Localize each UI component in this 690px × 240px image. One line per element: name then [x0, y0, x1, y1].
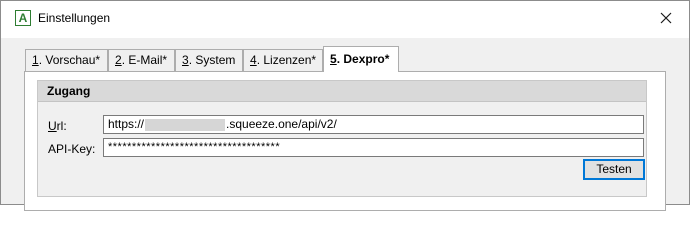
api-key-label: API-Key: — [48, 142, 96, 156]
settings-dialog: A Einstellungen 1. Vorschau* 2. E-Mail* … — [0, 0, 690, 211]
tab-dexpro[interactable]: 5. Dexpro* — [323, 46, 399, 72]
url-field[interactable]: https://.squeeze.one/api/v2/ — [103, 115, 644, 134]
zugang-group: Zugang Url: https://.squeeze.one/api/v2/… — [37, 80, 647, 197]
app-logo-icon: A — [15, 10, 31, 26]
window-title: Einstellungen — [38, 11, 111, 25]
api-key-field[interactable]: ************************************ — [103, 138, 644, 157]
test-button[interactable]: Testen — [583, 159, 645, 180]
tab-lizenzen[interactable]: 4. Lizenzen* — [243, 49, 323, 71]
tab-vorschau[interactable]: 1. Vorschau* — [25, 49, 108, 71]
close-icon — [660, 12, 672, 24]
redacted-region — [145, 118, 226, 131]
group-title: Zugang — [38, 81, 646, 102]
close-button[interactable] — [647, 4, 685, 32]
title-bar: A Einstellungen — [1, 1, 689, 38]
url-label: Url: — [48, 119, 67, 133]
tab-panel-dexpro: Zugang Url: https://.squeeze.one/api/v2/… — [24, 71, 666, 211]
tab-email[interactable]: 2. E-Mail* — [108, 49, 175, 71]
tab-system[interactable]: 3. System — [175, 49, 243, 71]
